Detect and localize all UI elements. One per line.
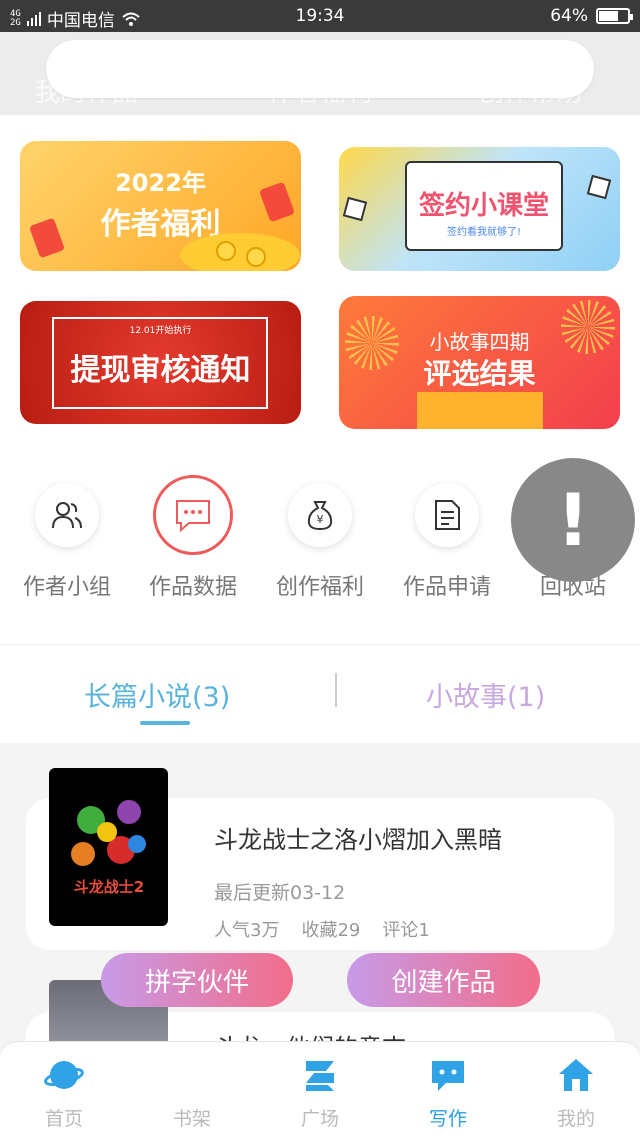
menu-works-data[interactable]: 作品数据 bbox=[129, 475, 257, 601]
write-chat-icon bbox=[384, 1050, 512, 1100]
nav-label: 广场 bbox=[300, 1108, 339, 1130]
nav-label: 我的 bbox=[556, 1108, 595, 1130]
coin-icon bbox=[216, 241, 236, 261]
work-stats: 人气3万 收藏29 评论1 bbox=[214, 916, 430, 942]
nav-me[interactable]: 我的 bbox=[512, 1050, 640, 1131]
nav-home[interactable]: 首页 bbox=[0, 1050, 128, 1131]
tab-long-novel[interactable]: 长篇小说(3) bbox=[84, 675, 230, 714]
cover-title: 斗龙战士2 bbox=[74, 878, 144, 896]
banner-story-results[interactable]: 小故事四期 评选结果 bbox=[339, 296, 620, 429]
menu-label: 作品数据 bbox=[148, 575, 237, 600]
tab-divider bbox=[335, 673, 337, 707]
tab-underline bbox=[140, 721, 190, 725]
stage-icon bbox=[417, 392, 543, 429]
battery-percent: 64% bbox=[550, 6, 588, 26]
coin-pile-icon bbox=[180, 233, 300, 271]
menu-author-group[interactable]: 作者小组 bbox=[3, 483, 131, 601]
work-comments: 评论1 bbox=[382, 920, 430, 941]
banner-date-note: 12.01开始执行 bbox=[129, 326, 192, 336]
header-overlay-pill bbox=[46, 40, 594, 98]
create-work-button[interactable]: 创建作品 bbox=[347, 953, 540, 1007]
works-tabs: 长篇小说(3) 小故事(1) bbox=[0, 645, 640, 743]
book-cover[interactable]: 斗龙战士2 bbox=[49, 768, 168, 926]
menu-creation-welfare[interactable]: ¥ 创作福利 bbox=[256, 483, 384, 601]
nav-write[interactable]: 写作 bbox=[384, 1050, 512, 1131]
status-bar: 4G 2G 中国电信 19:34 64% bbox=[0, 0, 640, 32]
banner-grid: 2022年 作者福利 签约小课堂 签约看我就够了! 12.01开始执行 提现审核… bbox=[0, 115, 640, 445]
nav-label: 书架 bbox=[172, 1108, 211, 1130]
cube-icon bbox=[586, 174, 612, 200]
banner-line2: 评选结果 bbox=[423, 357, 536, 390]
tab-short-story[interactable]: 小故事(1) bbox=[426, 675, 545, 714]
alert-icon[interactable]: ! bbox=[511, 458, 635, 582]
banner-subtitle: 签约看我就够了! bbox=[446, 227, 521, 238]
svg-text:¥: ¥ bbox=[317, 513, 324, 526]
work-title[interactable]: 斗龙战士之洛小熠加入黑暗 bbox=[214, 820, 502, 855]
banner-year: 2022年 bbox=[115, 169, 206, 197]
coin-icon bbox=[246, 247, 266, 267]
menu-label: 创作福利 bbox=[275, 575, 364, 600]
banner-withdraw-notice[interactable]: 12.01开始执行 提现审核通知 bbox=[20, 301, 301, 424]
spelling-partner-button[interactable]: 拼字伙伴 bbox=[101, 953, 293, 1007]
nav-bookshelf[interactable]: 书架 bbox=[128, 1050, 256, 1131]
clock: 19:34 bbox=[295, 6, 345, 26]
work-favorites: 收藏29 bbox=[301, 920, 361, 941]
battery-icon bbox=[596, 8, 633, 24]
bookshelf-icon bbox=[128, 1050, 256, 1100]
banner-author-welfare[interactable]: 2022年 作者福利 bbox=[20, 141, 301, 271]
board: 签约小课堂 签约看我就够了! bbox=[405, 161, 563, 251]
nav-label: 写作 bbox=[428, 1108, 467, 1130]
nav-square[interactable]: 广场 bbox=[256, 1050, 384, 1131]
banner-line1: 小故事四期 bbox=[429, 330, 530, 354]
banner-contract-class[interactable]: 签约小课堂 签约看我就够了! bbox=[339, 147, 620, 271]
banner-title: 签约小课堂 bbox=[418, 191, 549, 221]
planet-icon bbox=[0, 1050, 128, 1100]
square-icon bbox=[256, 1050, 384, 1100]
home-icon bbox=[512, 1050, 640, 1100]
menu-label: 作品申请 bbox=[402, 575, 491, 600]
money-bag-icon: ¥ bbox=[288, 483, 352, 547]
menu-label: 作者小组 bbox=[22, 575, 111, 600]
chat-icon bbox=[153, 475, 233, 555]
users-icon bbox=[35, 483, 99, 547]
document-icon bbox=[415, 483, 479, 547]
banner-title: 提现审核通知 bbox=[70, 353, 251, 388]
nav-label: 首页 bbox=[44, 1108, 83, 1130]
bottom-nav: 首页 书架 广场 写作 我的 bbox=[0, 1041, 640, 1138]
menu-works-apply[interactable]: 作品申请 bbox=[383, 483, 511, 601]
header: 我的作品 作者福利 创作帮助 bbox=[0, 32, 640, 115]
work-popularity: 人气3万 bbox=[214, 920, 280, 941]
work-updated: 最后更新03-12 bbox=[214, 882, 346, 904]
cube-icon bbox=[342, 196, 368, 222]
